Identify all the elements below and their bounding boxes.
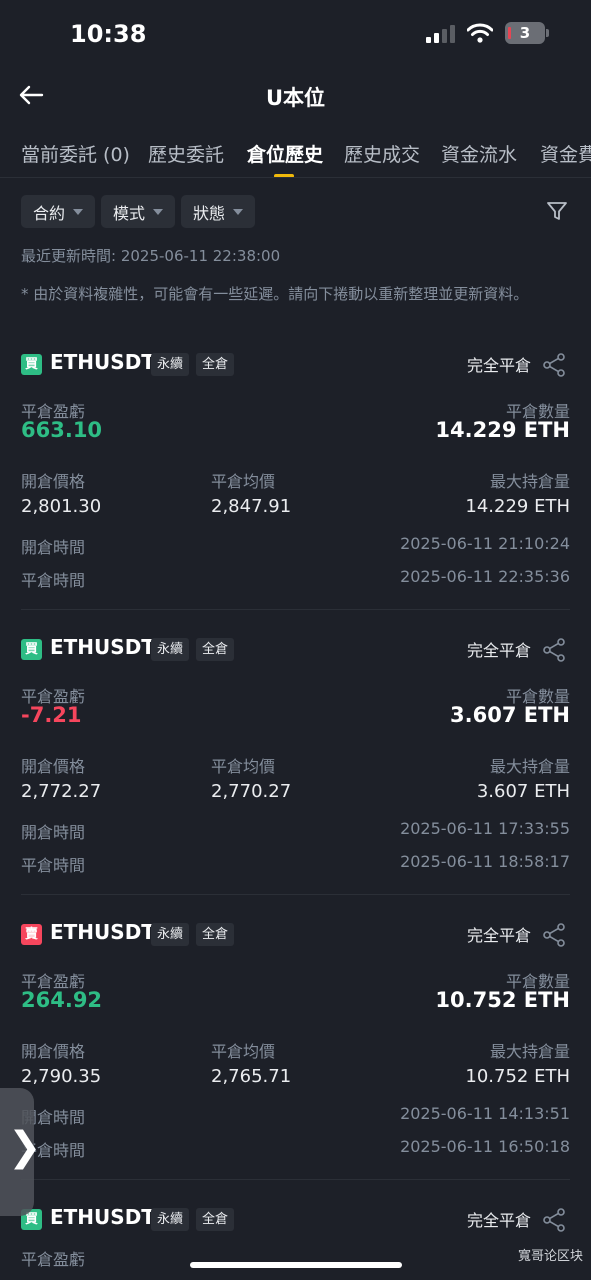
divider	[21, 1179, 570, 1180]
position-card[interactable]: 買 ETHUSDT 永續 全倉 完全平倉 平倉盈虧	[0, 1205, 591, 1280]
max-hold-label: 最大持倉量	[489, 1042, 570, 1061]
tab-open-orders[interactable]: 當前委託 (0)	[21, 140, 130, 167]
filter-mode[interactable]: 模式	[101, 195, 176, 228]
share-icon[interactable]	[541, 1207, 567, 1233]
open-time-value: 2025-06-11 17:33:55	[400, 819, 570, 838]
symbol: ETHUSDT	[50, 920, 155, 944]
open-price-label: 開倉價格	[21, 757, 86, 776]
status-time: 10:38	[70, 20, 147, 48]
divider	[21, 894, 570, 895]
share-icon[interactable]	[541, 352, 567, 378]
close-avg-value: 2,765.71	[211, 1066, 292, 1087]
contract-type-tag: 永續	[151, 1208, 190, 1231]
divider	[21, 609, 570, 610]
max-hold-label: 最大持倉量	[489, 757, 570, 776]
delay-note: * 由於資料複雜性，可能會有一些延遲。請向下捲動以重新整理並更新資料。	[21, 285, 529, 303]
position-card[interactable]: 賣 ETHUSDT 永續 全倉 完全平倉 平倉盈虧 平倉數量 264.92 10…	[0, 920, 591, 1209]
close-time-label: 平倉時間	[21, 571, 86, 590]
open-time-label: 開倉時間	[21, 538, 86, 557]
share-icon[interactable]	[541, 922, 567, 948]
close-avg-value: 2,770.27	[211, 781, 292, 802]
contract-type-tag: 永續	[151, 638, 190, 661]
caret-down-icon	[233, 208, 244, 215]
tab-trade-history[interactable]: 歷史成交	[344, 140, 420, 167]
symbol: ETHUSDT	[50, 1205, 155, 1229]
share-icon[interactable]	[541, 637, 567, 663]
filter-contract[interactable]: 合約	[21, 195, 96, 228]
close-avg-label: 平倉均價	[211, 757, 276, 776]
close-qty-value: 14.229 ETH	[435, 418, 570, 442]
close-qty-value: 10.752 ETH	[435, 988, 570, 1012]
open-price-label: 開倉價格	[21, 1042, 86, 1061]
max-hold-value: 14.229 ETH	[465, 496, 570, 517]
tab-position-history[interactable]: 倉位歷史	[247, 140, 323, 167]
tab-funding-fee[interactable]: 資金費	[540, 140, 591, 167]
last-updated: 最近更新時間: 2025-06-11 22:38:00	[21, 247, 281, 265]
filter-status[interactable]: 狀態	[181, 195, 256, 228]
filter-label: 合約	[33, 203, 66, 223]
position-status: 完全平倉	[466, 641, 531, 660]
tab-bar: 當前委託 (0) 歷史委託 倉位歷史 歷史成交 資金流水 資金費	[0, 128, 591, 178]
side-badge: 買	[21, 354, 42, 375]
open-time-value: 2025-06-11 14:13:51	[400, 1104, 570, 1123]
pnl-value: 264.92	[21, 988, 103, 1012]
open-time-label: 開倉時間	[21, 823, 86, 842]
contract-type-tag: 永續	[151, 353, 190, 376]
filter-row: 合約 模式 狀態	[21, 195, 256, 228]
watermark: 寬哥论区块	[518, 1245, 583, 1264]
close-time-label: 平倉時間	[21, 856, 86, 875]
cellular-signal-icon	[426, 23, 455, 43]
tab-order-history[interactable]: 歷史委託	[148, 140, 224, 167]
max-hold-value: 3.607 ETH	[476, 781, 570, 802]
active-tab-indicator	[274, 174, 294, 177]
watermark-text: 寬哥论区块	[517, 1249, 583, 1264]
pnl-value: -7.21	[21, 703, 82, 727]
symbol: ETHUSDT	[50, 635, 155, 659]
home-indicator[interactable]	[190, 1262, 402, 1268]
filter-label: 狀態	[193, 203, 226, 223]
open-price-value: 2,772.27	[21, 781, 102, 802]
close-time-value: 2025-06-11 22:35:36	[400, 567, 570, 586]
chevron-right-icon: ❯	[8, 1124, 42, 1170]
close-time-value: 2025-06-11 16:50:18	[400, 1137, 570, 1156]
side-badge: 賣	[21, 924, 42, 945]
open-price-value: 2,801.30	[21, 496, 102, 517]
nav-bar: U本位	[0, 72, 591, 122]
position-status: 完全平倉	[466, 926, 531, 945]
max-hold-label: 最大持倉量	[489, 472, 570, 491]
symbol: ETHUSDT	[50, 350, 155, 374]
filter-label: 模式	[113, 203, 146, 223]
position-status: 完全平倉	[466, 356, 531, 375]
open-price-value: 2,790.35	[21, 1066, 102, 1087]
margin-mode-tag: 全倉	[196, 638, 235, 661]
page-title: U本位	[265, 86, 326, 110]
open-price-label: 開倉價格	[21, 472, 86, 491]
contract-type-tag: 永續	[151, 923, 190, 946]
status-bar: 10:38 3	[0, 0, 591, 72]
max-hold-value: 10.752 ETH	[465, 1066, 570, 1087]
close-time-value: 2025-06-11 18:58:17	[400, 852, 570, 871]
pnl-value: 663.10	[21, 418, 103, 442]
margin-mode-tag: 全倉	[196, 923, 235, 946]
close-avg-label: 平倉均價	[211, 472, 276, 491]
margin-mode-tag: 全倉	[196, 1208, 235, 1231]
close-qty-value: 3.607 ETH	[450, 703, 570, 727]
pnl-label: 平倉盈虧	[21, 1250, 86, 1269]
open-time-value: 2025-06-11 21:10:24	[400, 534, 570, 553]
wifi-icon	[467, 23, 493, 43]
close-avg-label: 平倉均價	[211, 1042, 276, 1061]
caret-down-icon	[153, 208, 164, 215]
position-card[interactable]: 買 ETHUSDT 永續 全倉 完全平倉 平倉盈虧 平倉數量 663.10 14…	[0, 350, 591, 639]
caret-down-icon	[73, 208, 84, 215]
close-avg-value: 2,847.91	[211, 496, 292, 517]
side-badge: 買	[21, 639, 42, 660]
status-icons: 3	[426, 22, 549, 44]
margin-mode-tag: 全倉	[196, 353, 235, 376]
funnel-filter-icon[interactable]	[545, 199, 569, 223]
battery-icon: 3	[505, 22, 549, 44]
position-card[interactable]: 買 ETHUSDT 永續 全倉 完全平倉 平倉盈虧 平倉數量 -7.21 3.6…	[0, 635, 591, 924]
tab-transaction-history[interactable]: 資金流水	[441, 140, 517, 167]
position-status: 完全平倉	[466, 1211, 531, 1230]
